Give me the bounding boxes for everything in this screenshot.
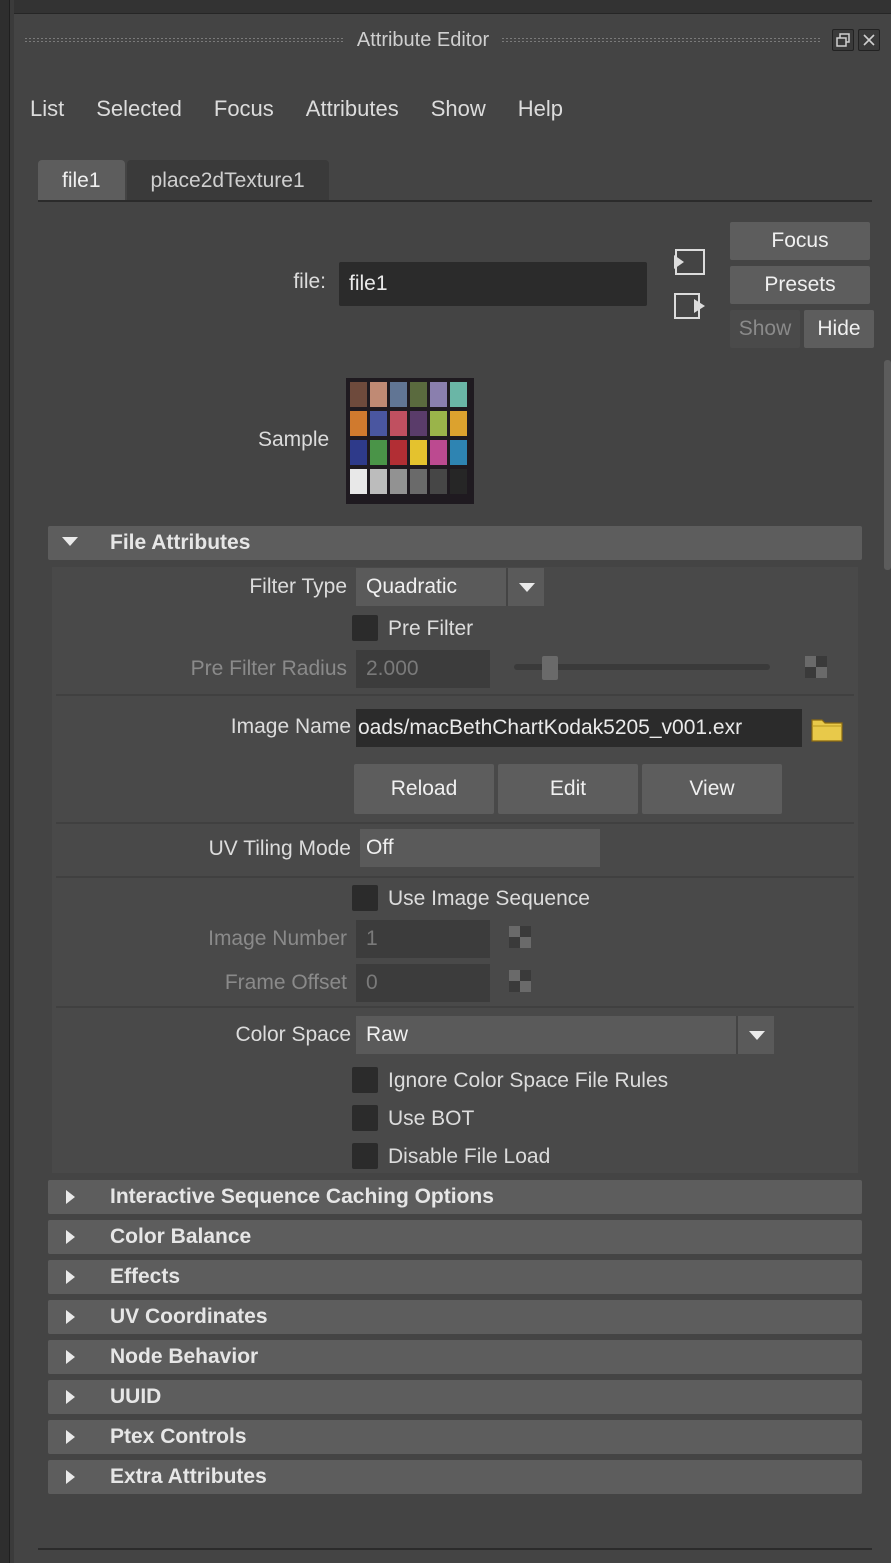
- reload-button[interactable]: Reload: [354, 764, 494, 814]
- expand-triangle-icon: [66, 1270, 75, 1284]
- section-label: Effects: [110, 1265, 181, 1288]
- expand-triangle-icon: [66, 1470, 75, 1484]
- tab-underline: [38, 200, 872, 202]
- section-label: Ptex Controls: [110, 1425, 247, 1448]
- file-label: file:: [293, 270, 326, 293]
- menu-show[interactable]: Show: [415, 92, 502, 126]
- uv-tiling-mode-label: UV Tiling Mode: [208, 837, 351, 860]
- node-name-field[interactable]: [339, 262, 647, 306]
- presets-button[interactable]: Presets: [730, 266, 870, 304]
- color-space-dropdown[interactable]: Raw: [356, 1016, 736, 1054]
- uv-tiling-mode-dropdown[interactable]: Off: [360, 829, 600, 867]
- disable-file-load-checkbox[interactable]: [352, 1143, 378, 1169]
- menu-focus[interactable]: Focus: [198, 92, 290, 126]
- title-bar: Attribute Editor: [18, 26, 881, 54]
- filter-type-label: Filter Type: [249, 575, 347, 598]
- divider: [56, 694, 854, 696]
- frame-offset-field[interactable]: 0: [356, 964, 490, 1002]
- section-interactive-sequence-caching[interactable]: Interactive Sequence Caching Options: [48, 1180, 862, 1214]
- color-space-label: Color Space: [235, 1023, 351, 1046]
- section-ptex-controls[interactable]: Ptex Controls: [48, 1420, 862, 1454]
- input-connection-icon[interactable]: [672, 248, 706, 278]
- pre-filter-checkbox[interactable]: [352, 615, 378, 641]
- expand-triangle-icon: [66, 1230, 75, 1244]
- section-extra-attributes[interactable]: Extra Attributes: [48, 1460, 862, 1494]
- menu-list[interactable]: List: [30, 92, 80, 126]
- menu-bar: List Selected Focus Attributes Show Help: [30, 92, 579, 126]
- divider: [56, 822, 854, 824]
- section-uuid[interactable]: UUID: [48, 1380, 862, 1414]
- window-title: Attribute Editor: [356, 28, 490, 51]
- section-label: Extra Attributes: [110, 1465, 267, 1488]
- color-space-dropdown-button[interactable]: [736, 1016, 774, 1054]
- section-label: File Attributes: [110, 531, 251, 554]
- divider: [56, 1006, 854, 1008]
- edit-button[interactable]: Edit: [498, 764, 638, 814]
- pre-filter-radius-field[interactable]: 2.000: [356, 650, 490, 688]
- divider: [56, 876, 854, 878]
- menu-help[interactable]: Help: [502, 92, 579, 126]
- image-number-field[interactable]: 1: [356, 920, 490, 958]
- sample-label: Sample: [258, 428, 330, 451]
- disable-file-load-label: Disable File Load: [388, 1145, 551, 1168]
- menu-selected[interactable]: Selected: [80, 92, 198, 126]
- left-gutter: [0, 0, 14, 1563]
- tab-file1[interactable]: file1: [38, 160, 125, 202]
- menu-attributes[interactable]: Attributes: [290, 92, 415, 126]
- collapse-triangle-icon: [62, 537, 78, 546]
- section-node-behavior[interactable]: Node Behavior: [48, 1340, 862, 1374]
- filter-type-dropdown-button[interactable]: [506, 568, 544, 606]
- float-window-icon[interactable]: [832, 29, 855, 51]
- section-label: UV Coordinates: [110, 1305, 268, 1328]
- filter-type-dropdown[interactable]: Quadratic: [356, 568, 506, 606]
- pre-filter-label: Pre Filter: [388, 617, 474, 640]
- hide-button[interactable]: Hide: [804, 310, 874, 348]
- slider-handle[interactable]: [542, 656, 558, 680]
- expand-triangle-icon: [66, 1350, 75, 1364]
- use-image-sequence-checkbox[interactable]: [352, 885, 378, 911]
- section-file-attributes[interactable]: File Attributes: [48, 526, 862, 560]
- tab-place2dtexture1[interactable]: place2dTexture1: [126, 160, 329, 202]
- pre-filter-radius-label: Pre Filter Radius: [190, 657, 347, 680]
- chevron-down-icon: [519, 583, 535, 592]
- frame-offset-label: Frame Offset: [224, 971, 347, 994]
- focus-button[interactable]: Focus: [730, 222, 870, 260]
- use-bot-label: Use BOT: [388, 1107, 475, 1130]
- output-connection-icon[interactable]: [672, 292, 706, 322]
- top-strip: [0, 0, 891, 14]
- scrollbar-thumb[interactable]: [884, 360, 891, 570]
- section-uv-coordinates[interactable]: UV Coordinates: [48, 1300, 862, 1334]
- chevron-down-icon: [749, 1031, 765, 1040]
- section-label: Node Behavior: [110, 1345, 259, 1368]
- show-button[interactable]: Show: [730, 310, 800, 348]
- folder-icon[interactable]: [811, 716, 843, 742]
- node-tabs: file1 place2dTexture1: [38, 160, 331, 202]
- view-button[interactable]: View: [642, 764, 782, 814]
- bottom-divider: [38, 1548, 872, 1550]
- checker-map-icon[interactable]: [805, 656, 827, 678]
- section-label: Color Balance: [110, 1225, 252, 1248]
- section-label: Interactive Sequence Caching Options: [110, 1185, 494, 1208]
- close-icon[interactable]: [858, 29, 881, 51]
- use-bot-checkbox[interactable]: [352, 1105, 378, 1131]
- checker-map-icon[interactable]: [509, 970, 531, 992]
- image-name-label: Image Name: [230, 715, 351, 738]
- sample-swatch-image: [346, 378, 474, 504]
- expand-triangle-icon: [66, 1190, 75, 1204]
- expand-triangle-icon: [66, 1430, 75, 1444]
- image-name-field[interactable]: oads/macBethChartKodak5205_v001.exr: [356, 709, 802, 747]
- ignore-color-space-rules-label: Ignore Color Space File Rules: [388, 1069, 669, 1092]
- ignore-color-space-rules-checkbox[interactable]: [352, 1067, 378, 1093]
- drag-grip-right[interactable]: [501, 37, 823, 43]
- drag-grip-left[interactable]: [24, 37, 345, 43]
- expand-triangle-icon: [66, 1310, 75, 1324]
- image-number-label: Image Number: [208, 927, 347, 950]
- section-effects[interactable]: Effects: [48, 1260, 862, 1294]
- use-image-sequence-label: Use Image Sequence: [388, 887, 590, 910]
- section-label: UUID: [110, 1385, 162, 1408]
- section-color-balance[interactable]: Color Balance: [48, 1220, 862, 1254]
- expand-triangle-icon: [66, 1390, 75, 1404]
- checker-map-icon[interactable]: [509, 926, 531, 948]
